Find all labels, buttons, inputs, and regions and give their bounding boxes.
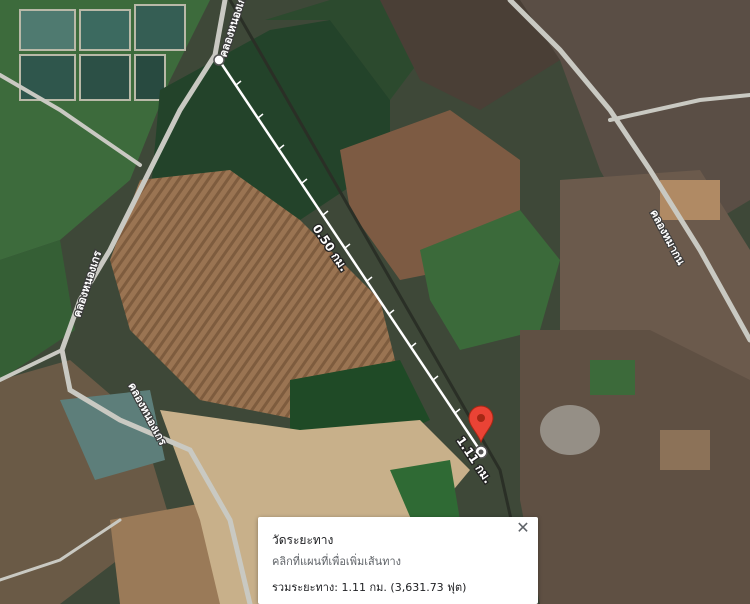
smoke (540, 405, 600, 455)
total-distance: รวมระยะทาง: 1.11 กม. (3,631.73 ฟุต) (272, 578, 466, 596)
field-light (660, 430, 710, 470)
route-start-point[interactable] (213, 54, 225, 66)
field-green (590, 360, 635, 395)
total-distance-value: 1.11 กม. (3,631.73 ฟุต) (341, 581, 467, 594)
panel-hint: คลิกที่แผนที่เพื่อเพิ่มเส้นทาง (272, 555, 401, 568)
total-distance-label: รวมระยะทาง: (272, 581, 339, 594)
close-icon[interactable]: ✕ (514, 519, 532, 537)
panel-title: วัดระยะทาง (272, 533, 334, 547)
satellite-map[interactable]: คลองหนองเกร คลองหนองเกร คลองหนองเกร คลอง… (0, 0, 750, 604)
measure-distance-panel: วัดระยะทาง คลิกที่แผนที่เพื่อเพิ่มเส้นทา… (258, 517, 538, 604)
